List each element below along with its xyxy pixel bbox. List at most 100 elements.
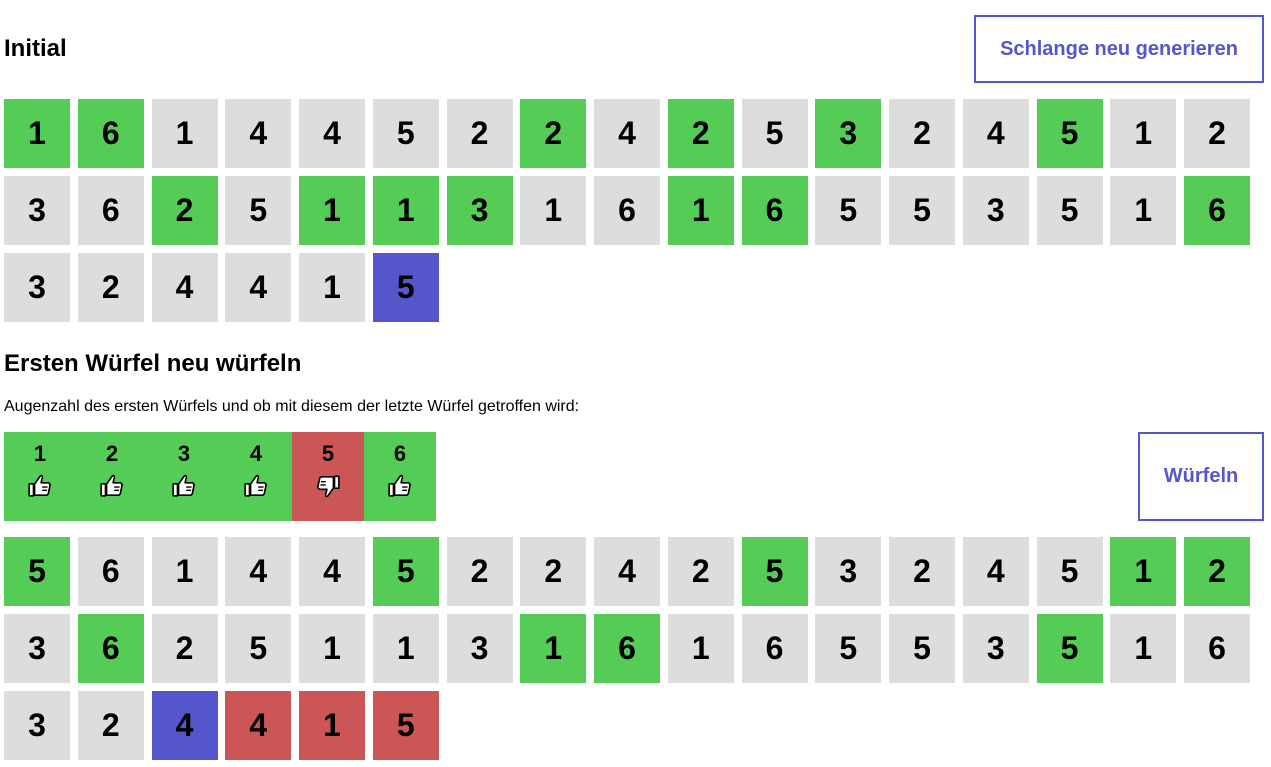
die-40: 5: [372, 691, 439, 760]
outcome-2[interactable]: 2: [76, 432, 148, 521]
die-28: 6: [741, 176, 808, 245]
die-30: 5: [889, 614, 955, 683]
die-35: 3: [4, 691, 70, 760]
die-18: 3: [4, 176, 70, 245]
die-39: 1: [299, 253, 365, 322]
outcome-4[interactable]: 4: [220, 432, 292, 521]
outcome-number: 3: [177, 441, 191, 466]
die-31: 3: [962, 176, 1029, 245]
die-17: 2: [1184, 99, 1250, 168]
die-23: 1: [372, 176, 439, 245]
section-title-reroll: Ersten Würfel neu würfeln: [4, 350, 302, 377]
die-16: 1: [1110, 99, 1177, 168]
die-34: 6: [1184, 614, 1250, 683]
thumbs-up-icon: [27, 473, 53, 499]
thumbs-up-icon: [243, 473, 269, 499]
die-37: 4: [151, 253, 218, 322]
die-19: 6: [77, 176, 144, 245]
die-4: 4: [225, 537, 292, 606]
die-7: 2: [446, 99, 513, 168]
die-38: 4: [225, 253, 292, 322]
outcome-1[interactable]: 1: [4, 432, 76, 521]
die-1: 5: [4, 537, 70, 606]
outcome-number: 6: [393, 441, 407, 466]
outcome-number: 1: [33, 441, 47, 466]
die-26: 6: [594, 176, 660, 245]
outcome-3[interactable]: 3: [148, 432, 220, 521]
die-25: 1: [520, 176, 587, 245]
die-9: 4: [594, 99, 660, 168]
die-36: 2: [77, 691, 144, 760]
die-11: 5: [741, 99, 808, 168]
die-10: 2: [667, 99, 734, 168]
die-29: 5: [815, 176, 882, 245]
outcome-6[interactable]: 6: [364, 432, 436, 521]
die-34: 6: [1184, 176, 1250, 245]
die-25: 1: [520, 614, 587, 683]
die-33: 1: [1110, 614, 1177, 683]
die-13: 2: [889, 537, 955, 606]
die-21: 5: [225, 614, 292, 683]
die-12: 3: [815, 99, 882, 168]
die-12: 3: [815, 537, 882, 606]
die-20: 2: [151, 176, 218, 245]
die-3: 1: [151, 99, 218, 168]
die-29: 5: [815, 614, 882, 683]
die-38: 4: [225, 691, 292, 760]
die-28: 6: [741, 614, 808, 683]
thumbs-down-icon: [315, 473, 341, 499]
die-40: 5: [372, 253, 439, 322]
die-22: 1: [299, 176, 365, 245]
die-6: 5: [372, 99, 439, 168]
die-16: 1: [1110, 537, 1177, 606]
rerolled-dice-snake: 5614452242532451236251131616553516324415: [4, 537, 1250, 760]
reroll-description: Augenzahl des ersten Würfels und ob mit …: [4, 398, 580, 415]
die-24: 3: [446, 614, 513, 683]
die-30: 5: [889, 176, 955, 245]
die-2: 6: [77, 537, 144, 606]
initial-dice-snake: 1614452242532451236251131616553516324415: [4, 99, 1250, 322]
die-7: 2: [446, 537, 513, 606]
die-18: 3: [4, 614, 70, 683]
die-8: 2: [520, 537, 587, 606]
die-4: 4: [225, 99, 292, 168]
die-39: 1: [299, 691, 365, 760]
die-27: 1: [667, 176, 734, 245]
die-33: 1: [1110, 176, 1177, 245]
thumbs-up-icon: [171, 473, 197, 499]
die-10: 2: [667, 537, 734, 606]
die-35: 3: [4, 253, 70, 322]
die-21: 5: [225, 176, 292, 245]
die-20: 2: [151, 614, 218, 683]
die-9: 4: [594, 537, 660, 606]
outcome-5[interactable]: 5: [292, 432, 364, 521]
roll-button[interactable]: Würfeln: [1138, 432, 1264, 521]
die-19: 6: [77, 614, 144, 683]
die-36: 2: [77, 253, 144, 322]
die-5: 4: [299, 99, 365, 168]
die-2: 6: [77, 99, 144, 168]
section-title-initial: Initial: [4, 35, 67, 62]
die-1: 1: [4, 99, 70, 168]
outcome-number: 2: [105, 441, 119, 466]
outcome-number: 4: [249, 441, 263, 466]
first-die-outcomes: 1 2 3 4 5 6: [4, 432, 436, 521]
die-31: 3: [962, 614, 1029, 683]
die-6: 5: [372, 537, 439, 606]
die-3: 1: [151, 537, 218, 606]
die-22: 1: [299, 614, 365, 683]
outcome-number: 5: [321, 441, 335, 466]
die-32: 5: [1036, 176, 1103, 245]
die-17: 2: [1184, 537, 1250, 606]
die-13: 2: [889, 99, 955, 168]
die-8: 2: [520, 99, 587, 168]
regenerate-snake-button[interactable]: Schlange neu generieren: [974, 15, 1264, 83]
thumbs-up-icon: [99, 473, 125, 499]
die-23: 1: [372, 614, 439, 683]
die-15: 5: [1036, 99, 1103, 168]
die-15: 5: [1036, 537, 1103, 606]
die-26: 6: [594, 614, 660, 683]
die-5: 4: [299, 537, 365, 606]
thumbs-up-icon: [387, 473, 413, 499]
die-14: 4: [962, 99, 1029, 168]
